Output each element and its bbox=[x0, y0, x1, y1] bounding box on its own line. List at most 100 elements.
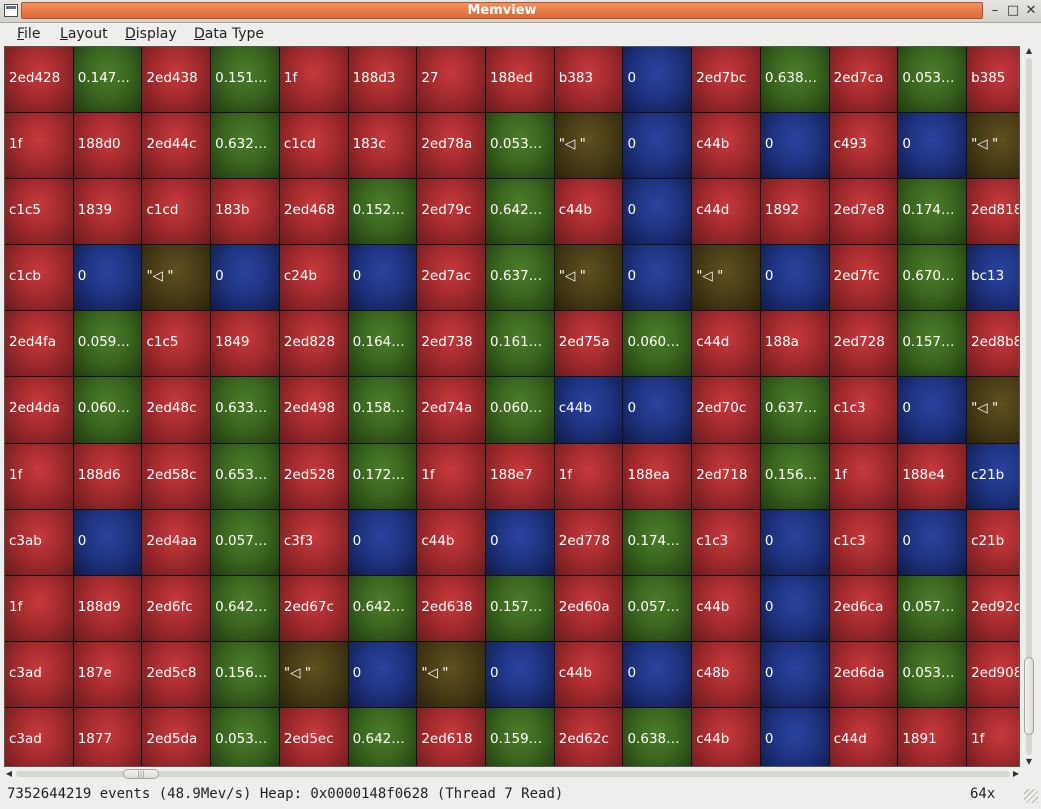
horizontal-scrollbar[interactable]: ◀ ||| ▶ bbox=[4, 767, 1022, 781]
memory-cell[interactable]: 187e bbox=[73, 641, 142, 707]
vertical-scrollbar[interactable]: ▲ ▼ bbox=[1022, 46, 1036, 767]
memory-cell[interactable]: c44b bbox=[554, 179, 623, 245]
memory-cell[interactable]: 1f bbox=[5, 113, 73, 179]
memory-cell[interactable]: 0.172… bbox=[348, 443, 417, 509]
memory-cell[interactable]: 2ed5da bbox=[142, 707, 211, 766]
memory-cell[interactable]: 1f bbox=[829, 443, 898, 509]
memory-cell[interactable]: c1c3 bbox=[692, 509, 760, 575]
memory-cell[interactable]: 0.642… bbox=[211, 575, 279, 641]
memory-cell[interactable]: 0 bbox=[623, 641, 692, 707]
memory-cell[interactable]: 2ed7e8 bbox=[829, 179, 898, 245]
memory-cell[interactable]: 2ed6fc bbox=[142, 575, 211, 641]
memory-cell[interactable]: 183b bbox=[211, 179, 279, 245]
memory-cell[interactable]: c48b bbox=[692, 641, 760, 707]
memory-cell[interactable]: 2ed5c8 bbox=[142, 641, 211, 707]
memory-cell[interactable]: c1c5 bbox=[142, 311, 211, 377]
memory-cell[interactable]: 0 bbox=[623, 245, 692, 311]
memory-cell[interactable]: 2ed638 bbox=[417, 575, 486, 641]
memory-cell[interactable]: 2ed48c bbox=[142, 377, 211, 443]
memory-cell[interactable]: 188a bbox=[760, 311, 829, 377]
memory-cell[interactable]: "◁ " bbox=[692, 245, 760, 311]
memory-cell[interactable]: 0.053… bbox=[898, 47, 967, 113]
memory-cell[interactable]: 1f bbox=[554, 443, 623, 509]
memory-cell[interactable]: 1f bbox=[5, 443, 73, 509]
memory-cell[interactable]: c44b bbox=[417, 509, 486, 575]
memory-cell[interactable]: 0 bbox=[348, 245, 417, 311]
memory-cell[interactable]: 0 bbox=[623, 179, 692, 245]
memory-cell[interactable]: 2ed438 bbox=[142, 47, 211, 113]
memory-cell[interactable]: 27 bbox=[417, 47, 486, 113]
scroll-right-icon[interactable]: ▶ bbox=[1011, 768, 1021, 780]
memory-cell[interactable]: 188d3 bbox=[348, 47, 417, 113]
horizontal-scroll-thumb[interactable]: ||| bbox=[123, 769, 159, 779]
memory-cell[interactable]: 0.174… bbox=[623, 509, 692, 575]
memory-cell[interactable]: 0.060… bbox=[73, 377, 142, 443]
scroll-left-icon[interactable]: ◀ bbox=[4, 768, 14, 780]
memory-cell[interactable]: c21b bbox=[967, 509, 1019, 575]
memory-cell[interactable]: 1f bbox=[279, 47, 348, 113]
memory-cell[interactable]: 2ed7ac bbox=[417, 245, 486, 311]
memory-cell[interactable]: 188ea bbox=[623, 443, 692, 509]
memory-cell[interactable]: 2ed7bc bbox=[692, 47, 760, 113]
memory-cell[interactable]: 2ed498 bbox=[279, 377, 348, 443]
memory-cell[interactable]: c44d bbox=[692, 311, 760, 377]
memory-cell[interactable]: c1cd bbox=[142, 179, 211, 245]
memory-cell[interactable]: c3ad bbox=[5, 707, 73, 766]
memory-cell[interactable]: 0 bbox=[898, 377, 967, 443]
memory-cell[interactable]: 0.642… bbox=[348, 575, 417, 641]
memory-cell[interactable]: 2ed5ec bbox=[279, 707, 348, 766]
memory-cell[interactable]: 0.164… bbox=[348, 311, 417, 377]
memory-cell[interactable]: 0 bbox=[898, 509, 967, 575]
memory-cell[interactable]: 0 bbox=[898, 113, 967, 179]
memory-cell[interactable]: 2ed4aa bbox=[142, 509, 211, 575]
memory-cell[interactable]: c3f3 bbox=[279, 509, 348, 575]
memory-cell[interactable]: 2ed7ca bbox=[829, 47, 898, 113]
memory-cell[interactable]: 2ed738 bbox=[417, 311, 486, 377]
memory-cell[interactable]: 2ed62c bbox=[554, 707, 623, 766]
memory-cell[interactable]: 2ed78a bbox=[417, 113, 486, 179]
memory-cell[interactable]: 2ed75a bbox=[554, 311, 623, 377]
memory-cell[interactable]: 0.060… bbox=[623, 311, 692, 377]
memory-cell[interactable]: 2ed70c bbox=[692, 377, 760, 443]
memory-cell[interactable]: 1f bbox=[967, 707, 1019, 766]
memory-cell[interactable]: "◁ " bbox=[417, 641, 486, 707]
memory-cell[interactable]: 0.053… bbox=[211, 707, 279, 766]
memory-cell[interactable]: 2ed718 bbox=[692, 443, 760, 509]
menu-file[interactable]: File bbox=[17, 25, 40, 43]
memory-cell[interactable]: "◁ " bbox=[554, 113, 623, 179]
memory-cell[interactable]: 0 bbox=[760, 641, 829, 707]
memory-cell[interactable]: 1892 bbox=[760, 179, 829, 245]
memory-cell[interactable]: b383 bbox=[554, 47, 623, 113]
memory-cell[interactable]: 0 bbox=[211, 245, 279, 311]
memory-cell[interactable]: c44b bbox=[692, 113, 760, 179]
memory-grid[interactable]: 2ed428 0.147… 2ed438 0.151… 1f 188d3 27 188ed b3… bbox=[4, 46, 1020, 767]
memory-cell[interactable]: 2ed4da bbox=[5, 377, 73, 443]
memory-cell[interactable]: 0.156… bbox=[760, 443, 829, 509]
menu-layout[interactable]: Layout bbox=[60, 25, 108, 43]
memory-cell[interactable]: c1cb bbox=[5, 245, 73, 311]
memory-cell[interactable]: 188d0 bbox=[73, 113, 142, 179]
memory-cell[interactable]: 2ed468 bbox=[279, 179, 348, 245]
memory-cell[interactable]: 1849 bbox=[211, 311, 279, 377]
memory-cell[interactable]: 2ed44c bbox=[142, 113, 211, 179]
maximize-icon[interactable]: □ bbox=[1005, 3, 1021, 19]
minimize-icon[interactable]: – bbox=[987, 3, 1003, 19]
memory-cell[interactable]: "◁ " bbox=[967, 113, 1019, 179]
memory-cell[interactable]: 2ed778 bbox=[554, 509, 623, 575]
memory-cell[interactable]: c44d bbox=[692, 179, 760, 245]
memory-cell[interactable]: 0 bbox=[348, 641, 417, 707]
memory-cell[interactable]: 0.060… bbox=[486, 377, 554, 443]
memory-cell[interactable]: 0.174… bbox=[898, 179, 967, 245]
memory-cell[interactable]: 0 bbox=[73, 509, 142, 575]
memory-cell[interactable]: 0 bbox=[73, 245, 142, 311]
memory-cell[interactable]: 2ed828 bbox=[279, 311, 348, 377]
memory-cell[interactable]: 0.057… bbox=[211, 509, 279, 575]
memory-cell[interactable]: 0.157… bbox=[486, 575, 554, 641]
memory-cell[interactable]: 2ed4fa bbox=[5, 311, 73, 377]
memory-cell[interactable]: c44b bbox=[692, 575, 760, 641]
memory-cell[interactable]: "◁ " bbox=[142, 245, 211, 311]
memory-cell[interactable]: 0.057… bbox=[898, 575, 967, 641]
memory-cell[interactable]: 2ed60a bbox=[554, 575, 623, 641]
memory-cell[interactable]: 188d6 bbox=[73, 443, 142, 509]
memory-cell[interactable]: 2ed67c bbox=[279, 575, 348, 641]
